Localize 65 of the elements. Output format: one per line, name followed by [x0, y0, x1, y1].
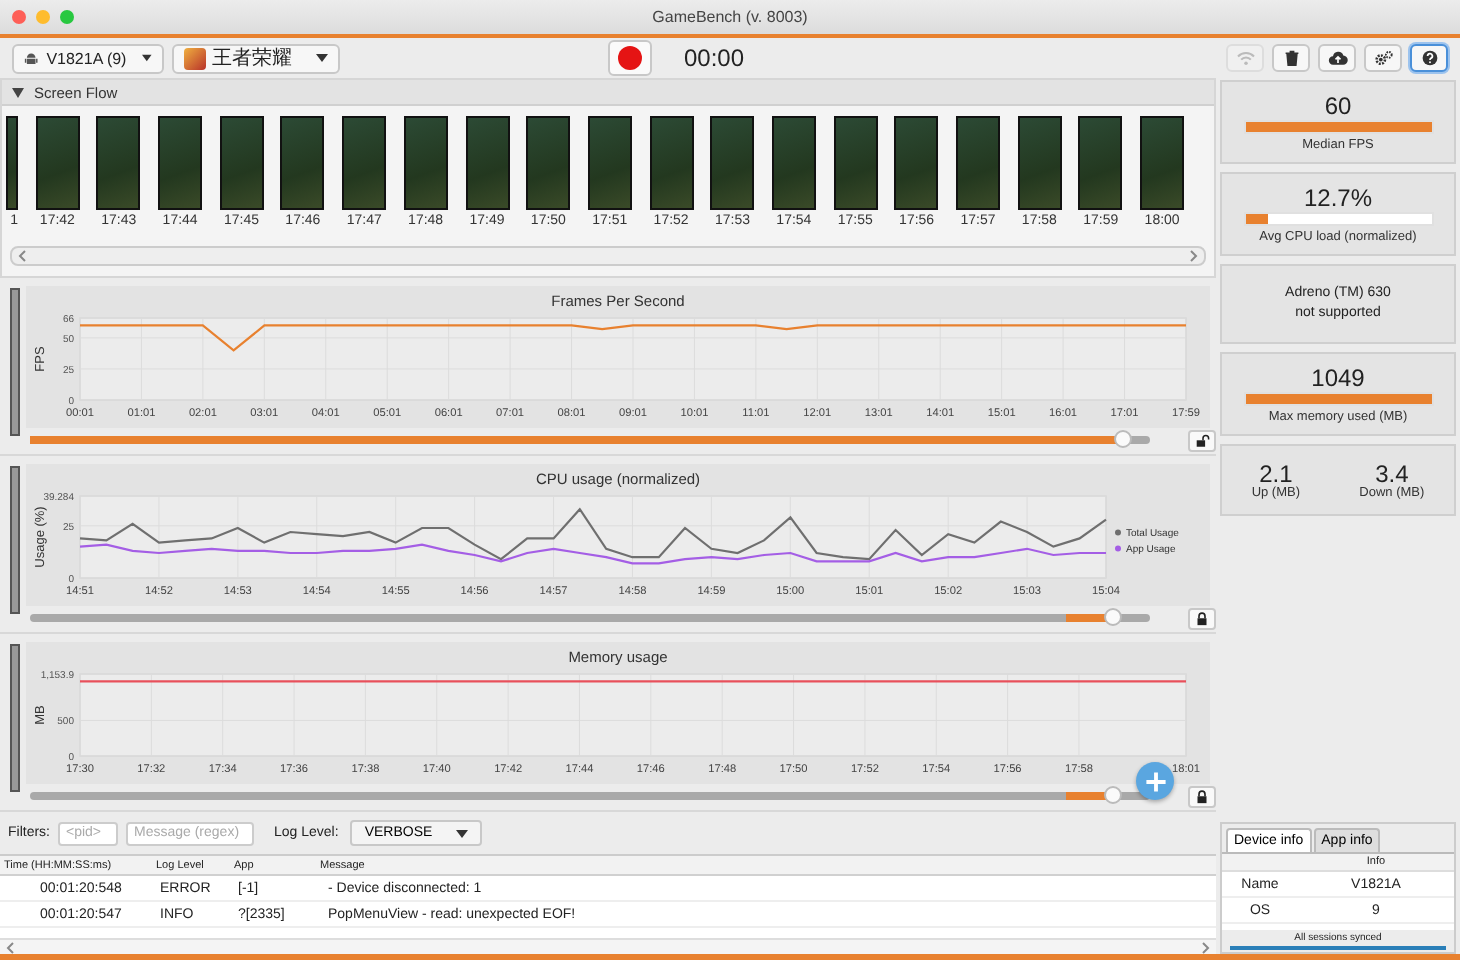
help-icon	[1421, 50, 1437, 66]
lock-button[interactable]	[1188, 607, 1216, 629]
screenshot-placeholder[interactable]	[35, 116, 80, 210]
screenshot-placeholder[interactable]	[1017, 116, 1062, 210]
collapse-triangle-icon	[12, 87, 24, 97]
drag-handle[interactable]	[10, 288, 20, 436]
delete-button[interactable]	[1272, 44, 1310, 72]
cloud-upload-icon	[1327, 50, 1347, 66]
horizontal-scrollbar[interactable]	[0, 938, 1216, 954]
lock-icon	[1196, 611, 1208, 625]
screenshot-placeholder[interactable]	[526, 116, 571, 210]
help-button[interactable]	[1410, 44, 1448, 72]
screenshot-placeholder[interactable]	[587, 116, 632, 210]
scroll-left-icon	[6, 941, 14, 953]
window-title: GameBench (v. 8003)	[652, 8, 808, 26]
screenshot-placeholder[interactable]	[280, 116, 325, 210]
screenshot-placeholder[interactable]	[649, 116, 694, 210]
gears-icon	[1373, 50, 1393, 66]
slider-thumb[interactable]	[1103, 786, 1122, 804]
lock-icon	[1196, 789, 1208, 803]
unlocked-lock-icon	[1195, 433, 1209, 447]
stat-value: 2.1	[1259, 461, 1293, 485]
screenshot-placeholder[interactable]	[833, 116, 878, 210]
caret-icon	[142, 54, 152, 62]
app-icon	[184, 47, 206, 69]
android-icon	[24, 49, 39, 67]
screenshot-placeholder[interactable]	[1078, 116, 1123, 210]
settings-button[interactable]	[1364, 44, 1402, 72]
drag-handle[interactable]	[10, 644, 20, 792]
stat-value: 3.4	[1375, 461, 1409, 485]
app-dropdown[interactable]: 王者荣耀	[172, 43, 340, 73]
screenshot-placeholder[interactable]	[219, 116, 264, 210]
range-slider[interactable]	[30, 792, 1150, 800]
trash-icon	[1283, 50, 1299, 66]
screenshot-placeholder[interactable]	[96, 116, 141, 210]
scroll-left-icon	[18, 250, 26, 262]
record-icon	[618, 46, 642, 70]
range-slider[interactable]	[30, 614, 1150, 622]
wifi-icon	[1235, 50, 1255, 66]
caret-icon	[316, 54, 328, 62]
record-button[interactable]	[608, 40, 652, 76]
slider-thumb[interactable]	[1114, 430, 1133, 448]
screenshot-placeholder[interactable]	[465, 116, 509, 210]
slider-thumb[interactable]	[1103, 608, 1122, 626]
stat-value: 12.7%	[1303, 185, 1373, 209]
device-dropdown[interactable]: V1821A (9)	[12, 43, 164, 73]
timer: 00:00	[684, 44, 745, 72]
screenshot-placeholder[interactable]	[894, 116, 939, 210]
scroll-right-icon	[1202, 941, 1210, 953]
screenshot-placeholder[interactable]	[403, 116, 448, 210]
screenshot-placeholder[interactable]	[1140, 116, 1185, 210]
horizontal-scrollbar[interactable]	[10, 246, 1206, 266]
stat-value: 60	[1324, 93, 1352, 117]
screenshot-placeholder[interactable]	[710, 116, 755, 210]
screenshot-placeholder[interactable]	[342, 116, 387, 210]
lock-button[interactable]	[1188, 429, 1216, 451]
caret-icon	[456, 829, 469, 837]
lock-button[interactable]	[1188, 785, 1216, 807]
plus-icon	[1143, 769, 1167, 793]
stat-value: 1049	[1311, 365, 1365, 389]
screenshot-placeholder[interactable]	[158, 116, 203, 210]
screenshot-placeholder[interactable]	[771, 116, 816, 210]
upload-button[interactable]	[1318, 44, 1356, 72]
drag-handle[interactable]	[10, 466, 20, 614]
scroll-right-icon	[1190, 250, 1198, 262]
